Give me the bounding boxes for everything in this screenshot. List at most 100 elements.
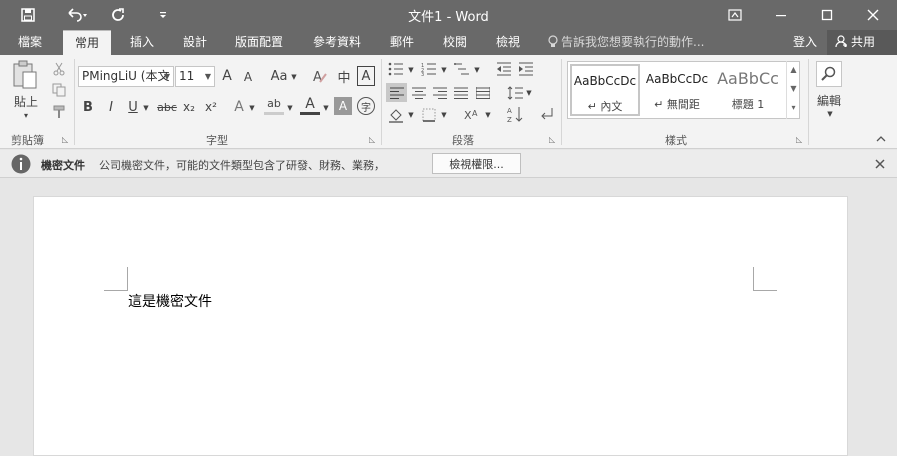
svg-text:Z: Z xyxy=(507,116,512,123)
paste-button[interactable]: 貼上 xyxy=(8,93,44,109)
chevron-down-icon[interactable]: ▼ xyxy=(440,64,448,76)
login-link[interactable]: 登入 xyxy=(793,30,817,55)
strikethrough-button[interactable]: abc xyxy=(156,97,178,117)
align-center-icon[interactable] xyxy=(409,83,428,102)
distributed-icon[interactable] xyxy=(473,83,492,102)
tab-review[interactable]: 校閱 xyxy=(441,30,469,55)
style-name: ↵ 無間距 xyxy=(654,98,700,111)
tab-home[interactable]: 常用 xyxy=(63,30,112,56)
shrink-font-button[interactable]: A xyxy=(240,68,256,86)
tab-file[interactable]: 檔案 xyxy=(16,30,44,55)
highlight-button[interactable]: ab xyxy=(264,95,284,115)
gallery-scroll-down-icon[interactable]: ▼ xyxy=(786,80,800,99)
text-effects-button[interactable]: A xyxy=(230,97,248,117)
numbering-icon[interactable]: 123 xyxy=(420,61,438,77)
superscript-button[interactable]: x² xyxy=(202,97,220,117)
character-shading-button[interactable]: A xyxy=(334,97,352,115)
close-icon[interactable] xyxy=(873,157,887,171)
align-right-icon[interactable] xyxy=(430,83,449,102)
chevron-down-icon[interactable]: ▼ xyxy=(525,87,533,99)
asian-layout-icon[interactable]: XA xyxy=(462,106,484,124)
show-formatting-marks-icon[interactable] xyxy=(538,105,556,123)
shading-icon[interactable] xyxy=(386,106,406,124)
svg-text:X: X xyxy=(464,109,472,122)
tab-references[interactable]: 參考資料 xyxy=(311,30,363,55)
increase-indent-icon[interactable] xyxy=(517,61,535,77)
paragraph-launcher-icon[interactable]: ◺ xyxy=(549,135,555,144)
grow-font-button[interactable]: A xyxy=(218,66,236,86)
ribbon-tab-bar: 檔案 常用 插入 設計 版面配置 參考資料 郵件 校閱 檢視 告訴我您想要執行的… xyxy=(0,30,897,56)
chevron-down-icon[interactable]: ▼ xyxy=(824,109,836,119)
subscript-button[interactable]: x₂ xyxy=(180,97,198,117)
view-permissions-button[interactable]: 檢視權限... xyxy=(432,153,521,174)
font-launcher-icon[interactable]: ◺ xyxy=(369,135,375,144)
ribbon-display-icon[interactable] xyxy=(712,0,758,30)
document-body-text[interactable]: 這是機密文件 xyxy=(128,291,212,311)
tab-design[interactable]: 設計 xyxy=(181,30,209,55)
align-left-icon[interactable] xyxy=(386,83,407,102)
chevron-down-icon[interactable]: ▼ xyxy=(473,64,481,76)
styles-gallery: AaBbCcDc ↵ 內文 AaBbCcDc ↵ 無間距 AaBbCc 標題 1 xyxy=(567,61,800,119)
gallery-more-icon[interactable]: ▾ xyxy=(786,99,800,119)
gallery-scroll-up-icon[interactable]: ▲ xyxy=(786,61,800,80)
maximize-icon[interactable] xyxy=(804,0,850,30)
close-icon[interactable] xyxy=(850,0,896,30)
paste-icon[interactable] xyxy=(10,60,40,90)
font-name-combo[interactable]: PMingLiU (本文 ▼ xyxy=(78,66,174,87)
change-case-button[interactable]: Aa xyxy=(268,66,290,86)
share-button[interactable]: 共用 xyxy=(827,30,897,55)
borders-icon[interactable] xyxy=(420,106,438,124)
line-spacing-icon[interactable] xyxy=(505,83,524,102)
editing-button[interactable]: 編輯 xyxy=(814,92,844,108)
font-size-combo[interactable]: 11 ▼ xyxy=(175,66,215,87)
styles-launcher-icon[interactable]: ◺ xyxy=(796,135,802,144)
crop-mark xyxy=(104,290,128,291)
chevron-down-icon[interactable]: ▼ xyxy=(407,109,415,121)
tell-me-box[interactable]: 告訴我您想要執行的動作... xyxy=(548,30,704,55)
share-label: 共用 xyxy=(851,35,876,49)
paste-dropdown-icon[interactable]: ▾ xyxy=(20,111,32,120)
format-painter-icon[interactable] xyxy=(50,104,68,120)
sort-icon[interactable]: AZ xyxy=(505,104,524,124)
clear-formatting-icon[interactable]: A xyxy=(310,66,330,86)
style-sample: AaBbCcDc xyxy=(573,74,637,88)
search-icon[interactable] xyxy=(816,61,842,87)
chevron-down-icon[interactable]: ▼ xyxy=(142,102,150,114)
cut-icon[interactable] xyxy=(50,61,68,77)
font-color-button[interactable]: A xyxy=(300,95,320,115)
tab-insert[interactable]: 插入 xyxy=(128,30,156,55)
italic-button[interactable]: I xyxy=(103,97,119,117)
style-no-spacing[interactable]: AaBbCcDc ↵ 無間距 xyxy=(642,64,712,116)
message-bar-title: 機密文件 xyxy=(41,159,85,172)
underline-button[interactable]: U xyxy=(125,97,141,117)
justify-icon[interactable] xyxy=(451,83,470,102)
style-normal[interactable]: AaBbCcDc ↵ 內文 xyxy=(570,64,640,116)
multilevel-list-icon[interactable] xyxy=(453,61,471,77)
clipboard-launcher-icon[interactable]: ◺ xyxy=(62,135,68,144)
phonetic-guide-button[interactable]: 中 xyxy=(334,66,354,86)
style-heading-1[interactable]: AaBbCc 標題 1 xyxy=(714,64,782,116)
character-border-button[interactable]: A xyxy=(357,66,375,86)
style-name: ↵ 內文 xyxy=(587,100,623,113)
tab-mailings[interactable]: 郵件 xyxy=(388,30,416,55)
chevron-down-icon[interactable]: ▼ xyxy=(484,109,492,121)
minimize-icon[interactable] xyxy=(758,0,804,30)
chevron-down-icon[interactable]: ▼ xyxy=(407,64,415,76)
collapse-ribbon-icon[interactable] xyxy=(874,133,888,145)
chevron-down-icon[interactable]: ▼ xyxy=(248,102,256,114)
style-name: 標題 1 xyxy=(731,98,765,111)
chevron-down-icon[interactable]: ▼ xyxy=(290,70,298,84)
document-page[interactable]: 這是機密文件 xyxy=(33,196,848,456)
enclose-characters-button[interactable]: 字 xyxy=(357,97,375,115)
tab-view[interactable]: 檢視 xyxy=(494,30,522,55)
tab-layout[interactable]: 版面配置 xyxy=(233,30,285,55)
bold-button[interactable]: B xyxy=(80,97,96,117)
bullets-icon[interactable] xyxy=(387,61,405,77)
tell-me-text: 告訴我您想要執行的動作... xyxy=(561,35,705,49)
chevron-down-icon[interactable]: ▼ xyxy=(322,102,330,114)
crop-mark xyxy=(127,267,128,291)
chevron-down-icon[interactable]: ▼ xyxy=(286,102,294,114)
decrease-indent-icon[interactable] xyxy=(495,61,513,77)
copy-icon[interactable] xyxy=(50,82,68,98)
chevron-down-icon[interactable]: ▼ xyxy=(440,109,448,121)
